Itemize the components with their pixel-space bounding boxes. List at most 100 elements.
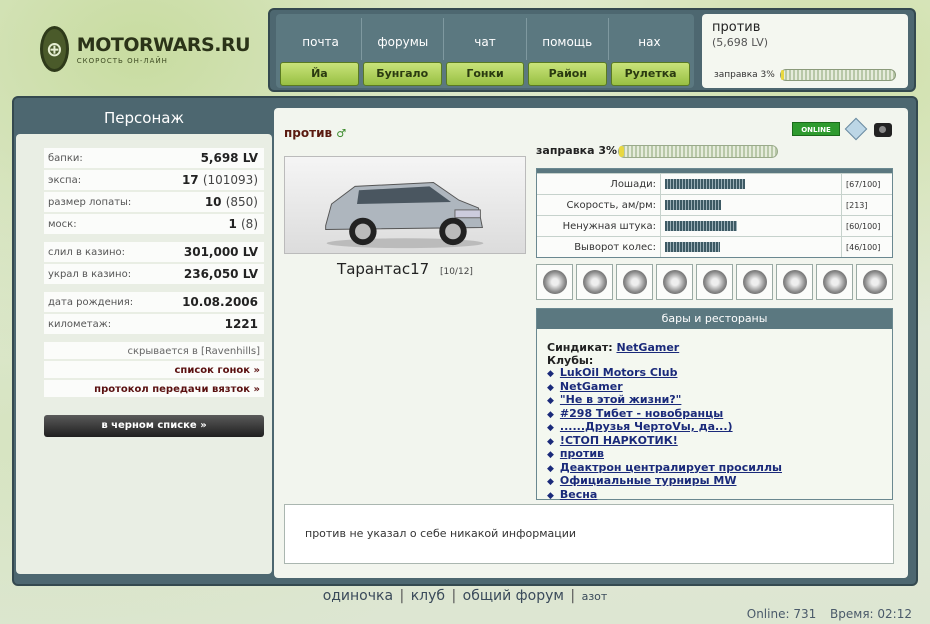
syndicate-row: Синдикат: NetGamer <box>547 341 882 354</box>
male-icon: ♂ <box>336 127 347 140</box>
wheel-icon[interactable] <box>736 264 773 300</box>
tire-icon[interactable] <box>536 264 573 300</box>
logo-title: MOTORWARS.RU <box>76 33 251 56</box>
stat-value-main: 301,000 LV <box>183 245 258 259</box>
club-item: ......Друзья ЧертоVы, да...) <box>547 420 882 435</box>
stats-group-info: дата рождения: 10.08.2006 километаж: 1221 <box>44 292 264 336</box>
stat-label: размер лопаты: <box>48 196 132 208</box>
nav-link-chat[interactable]: чат <box>444 18 527 60</box>
engine-icon[interactable] <box>776 264 813 300</box>
blacklist-button[interactable]: в черном списке » <box>44 415 264 437</box>
stat-value-main: 5,698 LV <box>200 151 258 165</box>
car-stat-label: Скорость, ам/рм: <box>537 195 661 215</box>
profile-fuel-label: заправка 3% <box>536 144 618 157</box>
stat-label: дата рождения: <box>48 296 134 308</box>
footer-link-nitro[interactable]: азот <box>582 590 608 603</box>
stat-value-main: 236,050 LV <box>183 267 258 281</box>
spoiler-icon[interactable] <box>616 264 653 300</box>
bars-restaurants-box: бары и рестораны Синдикат: NetGamer Клуб… <box>536 308 893 500</box>
turbo-icon[interactable] <box>816 264 853 300</box>
brake-disc-icon[interactable] <box>656 264 693 300</box>
club-link[interactable]: Деактрон централирует просиллы <box>560 461 782 474</box>
stat-value: 10 (850) <box>205 195 258 209</box>
stat-row: моск: 1 (8) <box>44 214 264 236</box>
nav-link-mail[interactable]: почта <box>280 18 363 60</box>
club-item: Официальные турниры MW <box>547 474 882 489</box>
stat-value-main: 17 <box>181 173 199 187</box>
bribe-protocol-link[interactable]: протокол передачи вязток » <box>44 380 264 399</box>
nav-link-help[interactable]: помощь <box>527 18 609 60</box>
stat-row: экспа: 17 (101093) <box>44 170 264 192</box>
club-link[interactable]: ......Друзья ЧертоVы, да...) <box>560 420 733 433</box>
stat-label: моск: <box>48 218 77 230</box>
hides-in-text[interactable]: скрывается в [Ravenhills] <box>44 342 264 361</box>
logo-subtitle: СКОРОСТЬ ОН-ЛАЙН <box>76 56 168 65</box>
stat-value: 236,050 LV <box>184 267 258 281</box>
club-link[interactable]: LukOil Motors Club <box>560 366 678 379</box>
nav-button-district[interactable]: Район <box>528 62 608 86</box>
stat-label: километаж: <box>48 318 112 330</box>
site-logo[interactable]: ⊕ MOTORWARS.RU СКОРОСТЬ ОН-ЛАЙН <box>40 18 251 80</box>
club-link[interactable]: #298 Тибет - новобранцы <box>560 407 723 420</box>
stat-row: километаж: 1221 <box>44 314 264 336</box>
stat-value-sub: (850) <box>225 195 258 209</box>
car-stat-value: [213] <box>841 195 892 215</box>
car-name: Тарантас17 [10/12] <box>284 260 526 278</box>
car-stat-label: Выворот колес: <box>537 237 661 257</box>
car-stat-label: Лошади: <box>537 174 661 194</box>
nav-link-forums[interactable]: форумы <box>362 18 445 60</box>
club-link[interactable]: Весна <box>560 488 597 501</box>
exhaust-icon[interactable] <box>576 264 613 300</box>
user-fuel-bar <box>780 69 896 81</box>
club-link[interactable]: Официальные турниры MW <box>560 474 737 487</box>
club-link[interactable]: против <box>560 447 604 460</box>
stats-group-casino: слил в казино: 301,000 LV украл в казино: 2… <box>44 242 264 286</box>
club-link[interactable]: !СТОП НАРКОТИК! <box>560 434 678 447</box>
character-panel-title: Персонаж <box>104 109 184 127</box>
stat-value-sub: (101093) <box>202 173 258 187</box>
car-stat-bar <box>665 242 721 252</box>
stat-value: 10.08.2006 <box>182 295 258 309</box>
suspension-icon[interactable] <box>696 264 733 300</box>
nav-button-roulette[interactable]: Рулетка <box>611 62 690 86</box>
club-link[interactable]: NetGamer <box>560 380 623 393</box>
nav-button-bungalow[interactable]: Бунгало <box>362 62 442 86</box>
profile-name: против ♂ <box>284 126 346 140</box>
club-item: !СТОП НАРКОТИК! <box>547 434 882 449</box>
stat-value: 1221 <box>225 317 258 331</box>
stat-label: экспа: <box>48 174 82 186</box>
club-item: #298 Тибет - новобранцы <box>547 407 882 422</box>
nitro-icon[interactable] <box>856 264 893 300</box>
car-count: [10/12] <box>439 267 473 277</box>
message-icon[interactable] <box>844 117 868 141</box>
car-stat-bar <box>665 221 737 231</box>
car-stat-value: [67/100] <box>841 174 892 194</box>
stat-value: 301,000 LV <box>184 245 258 259</box>
nav-link-exit[interactable]: нах <box>609 18 690 60</box>
car-icon <box>325 181 484 249</box>
online-badge: ONLINE <box>792 122 840 136</box>
character-panel: Персонаж бапки: 5,698 LV экспа: 17 (101093)… <box>16 104 272 574</box>
nav-button-races[interactable]: Гонки <box>445 62 525 86</box>
stat-label: украл в казино: <box>48 268 132 280</box>
camera-icon[interactable] <box>874 123 892 137</box>
profile-name-text: против <box>284 126 333 140</box>
stat-value: 5,698 LV <box>201 151 258 165</box>
nav-button-me[interactable]: Йа <box>280 62 359 86</box>
stat-row: размер лопаты: 10 (850) <box>44 192 264 214</box>
footer-link-club[interactable]: клуб <box>411 588 445 604</box>
footer-link-forum[interactable]: общий форум <box>463 588 564 604</box>
user-name[interactable]: против <box>712 20 898 35</box>
club-link[interactable]: "Не в этой жизни?" <box>560 393 681 406</box>
car-stat-value: [60/100] <box>841 216 892 236</box>
car-stat-value: [46/100] <box>841 237 892 257</box>
stat-value-main: 1221 <box>224 317 258 331</box>
stat-row: дата рождения: 10.08.2006 <box>44 292 264 314</box>
footer-status: Online: 731 Время: 02:12 <box>747 607 912 621</box>
footer-link-solo[interactable]: одиночка <box>323 588 393 604</box>
footer-links: одиночка | клуб | общий форум | азот <box>322 588 608 604</box>
races-list-link[interactable]: список гонок » <box>44 361 264 380</box>
syndicate-link[interactable]: NetGamer <box>616 341 679 354</box>
clubs-list: LukOil Motors ClubNetGamer"Не в этой жиз… <box>547 366 882 502</box>
profile-panel: против ♂ ONLINE Тарантас17 [10/12] запра… <box>274 108 908 578</box>
